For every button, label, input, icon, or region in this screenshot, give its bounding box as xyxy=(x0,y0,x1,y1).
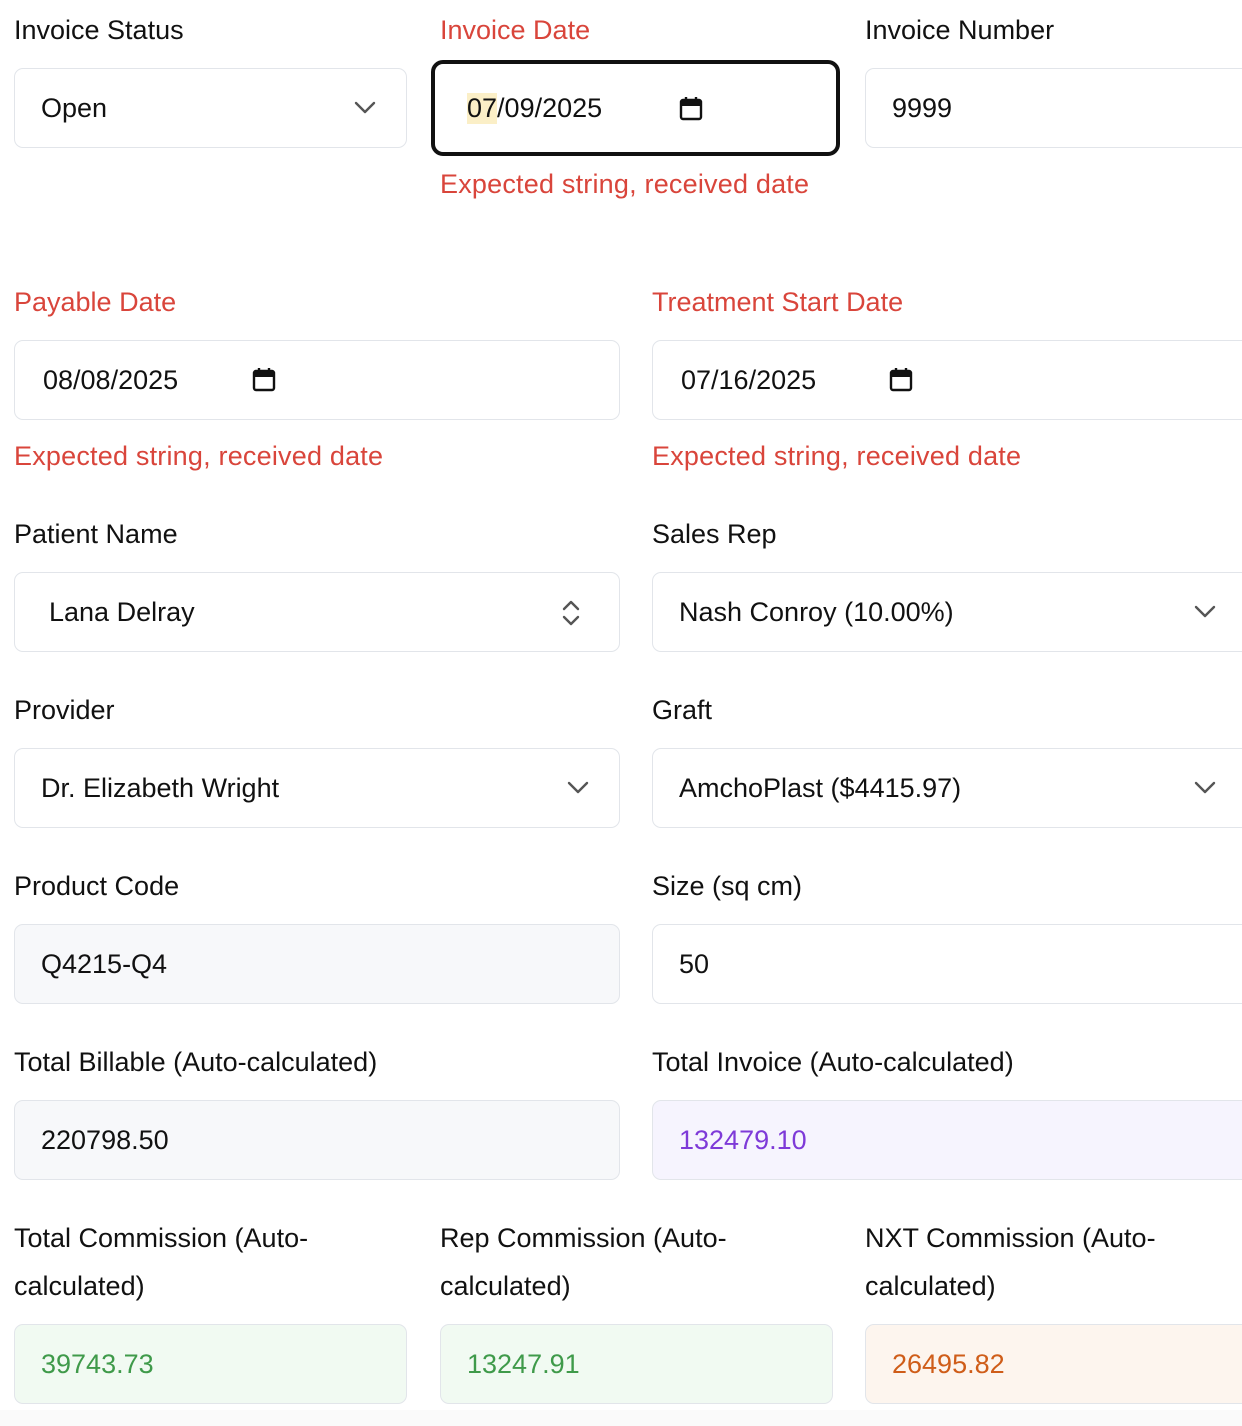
rep-commission-label: Rep Commission (Auto-calculated) xyxy=(440,1223,727,1301)
size-input[interactable]: 50 xyxy=(652,924,1242,1004)
product-code-value: Q4215-Q4 xyxy=(41,948,168,979)
total-billable-field: 220798.50 xyxy=(14,1100,620,1180)
invoice-status-value: Open xyxy=(41,92,108,123)
chevron-down-icon xyxy=(567,781,589,794)
chevron-down-icon xyxy=(1194,781,1216,794)
treatment-start-date-input[interactable]: 07/16/2025 xyxy=(652,340,1242,420)
size-label: Size (sq cm) xyxy=(652,871,803,901)
nxt-commission-field: 26495.82 xyxy=(865,1324,1242,1404)
patient-name-label: Patient Name xyxy=(14,519,178,549)
invoice-date-error: Expected string, received date xyxy=(440,169,810,199)
invoice-date-input[interactable]: 07/09/2025 xyxy=(431,60,840,156)
payable-date-value: 08/08/2025 xyxy=(43,364,179,395)
total-billable-value: 220798.50 xyxy=(41,1124,169,1155)
provider-label: Provider xyxy=(14,695,115,725)
provider-value: Dr. Elizabeth Wright xyxy=(41,772,280,803)
invoice-number-input[interactable]: 9999 xyxy=(865,68,1242,148)
invoice-date-label: Invoice Date xyxy=(440,15,591,45)
invoice-date-month-segment[interactable]: 07 xyxy=(467,92,498,124)
invoice-status-select[interactable]: Open xyxy=(14,68,407,148)
calendar-icon[interactable] xyxy=(889,367,913,393)
sales-rep-value: Nash Conroy (10.00%) xyxy=(679,596,954,627)
graft-value: AmchoPlast ($4415.97) xyxy=(679,772,962,803)
nxt-commission-label: NXT Commission (Auto-calculated) xyxy=(865,1223,1156,1301)
patient-name-combobox[interactable]: Lana Delray xyxy=(14,572,620,652)
nxt-commission-value: 26495.82 xyxy=(892,1348,1005,1379)
rep-commission-value: 13247.91 xyxy=(467,1348,580,1379)
sales-rep-label: Sales Rep xyxy=(652,519,777,549)
total-billable-label: Total Billable (Auto-calculated) xyxy=(14,1047,378,1077)
total-commission-value: 39743.73 xyxy=(41,1348,154,1379)
treatment-start-date-label: Treatment Start Date xyxy=(652,287,904,317)
invoice-number-value: 9999 xyxy=(892,92,953,123)
total-invoice-value: 132479.10 xyxy=(679,1124,807,1155)
total-invoice-field: 132479.10 xyxy=(652,1100,1242,1180)
graft-label: Graft xyxy=(652,695,713,725)
page-bottom-edge xyxy=(0,1410,1242,1426)
graft-select[interactable]: AmchoPlast ($4415.97) xyxy=(652,748,1242,828)
chevron-up-down-icon xyxy=(562,600,580,626)
treatment-start-date-error: Expected string, received date xyxy=(652,441,1022,471)
size-value: 50 xyxy=(679,948,710,979)
product-code-label: Product Code xyxy=(14,871,180,901)
invoice-status-label: Invoice Status xyxy=(14,15,184,45)
calendar-icon[interactable] xyxy=(252,367,276,393)
sales-rep-select[interactable]: Nash Conroy (10.00%) xyxy=(652,572,1242,652)
rep-commission-field: 13247.91 xyxy=(440,1324,833,1404)
total-commission-label: Total Commission (Auto-calculated) xyxy=(14,1223,309,1301)
patient-name-value: Lana Delray xyxy=(49,596,195,627)
chevron-down-icon xyxy=(354,101,376,114)
calendar-icon[interactable] xyxy=(679,96,703,122)
product-code-field: Q4215-Q4 xyxy=(14,924,620,1004)
payable-date-input[interactable]: 08/08/2025 xyxy=(14,340,620,420)
invoice-number-label: Invoice Number xyxy=(865,15,1055,45)
total-commission-field: 39743.73 xyxy=(14,1324,407,1404)
payable-date-label: Payable Date xyxy=(14,287,177,317)
total-invoice-label: Total Invoice (Auto-calculated) xyxy=(652,1047,1014,1077)
chevron-down-icon xyxy=(1194,605,1216,618)
invoice-form: Invoice Status Open Invoice Date 07/09/2… xyxy=(0,0,1242,1426)
provider-select[interactable]: Dr. Elizabeth Wright xyxy=(14,748,620,828)
invoice-date-rest: /09/2025 xyxy=(497,92,603,123)
treatment-start-date-value: 07/16/2025 xyxy=(681,364,817,395)
payable-date-error: Expected string, received date xyxy=(14,441,384,471)
